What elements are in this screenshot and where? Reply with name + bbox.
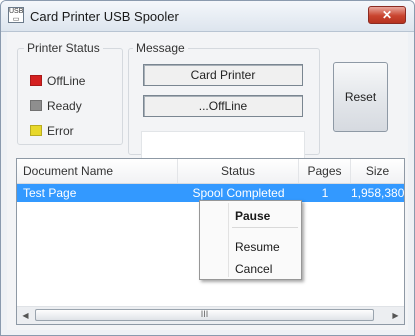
error-indicator-icon <box>30 125 42 136</box>
printer-status-group: Printer Status OffLine Ready Error <box>17 41 123 145</box>
status-error: Error <box>30 124 74 138</box>
close-button[interactable]: ✕ <box>368 6 406 24</box>
menu-separator <box>232 227 298 228</box>
scroll-left-icon[interactable]: ◀ <box>17 307 34 324</box>
title-bar[interactable]: USB ▭ Card Printer USB Spooler ✕ <box>1 1 414 32</box>
cell-document-name: Test Page <box>23 186 77 200</box>
message-label: Message <box>133 41 188 55</box>
horizontal-scrollbar[interactable]: ◀ III ▶ <box>17 306 404 324</box>
spooler-window: USB ▭ Card Printer USB Spooler ✕ Printer … <box>0 0 415 336</box>
list-header: Document Name Status Pages Size <box>17 159 404 184</box>
printer-status-label: Printer Status <box>24 41 103 55</box>
column-status[interactable]: Status <box>178 159 299 183</box>
offline-indicator-icon <box>30 75 42 86</box>
context-menu-gutter <box>228 203 229 277</box>
menu-item-cancel[interactable]: Cancel <box>235 262 272 276</box>
message-blank-area <box>141 131 305 159</box>
status-ready: Ready <box>30 99 82 113</box>
client-area: Printer Status OffLine Ready Error Messa… <box>7 32 408 330</box>
scroll-thumb[interactable]: III <box>35 309 374 321</box>
status-error-label: Error <box>47 124 74 138</box>
message-group: Message Card Printer ...OffLine <box>128 41 320 159</box>
status-offline-label: OffLine <box>47 74 86 88</box>
ready-indicator-icon <box>30 100 42 111</box>
scroll-right-icon[interactable]: ▶ <box>387 307 404 324</box>
reset-button[interactable]: Reset <box>333 62 388 132</box>
app-icon: USB ▭ <box>8 7 24 23</box>
message-line-2: ...OffLine <box>143 95 303 117</box>
window-title: Card Printer USB Spooler <box>30 9 179 24</box>
cell-pages: 1 <box>321 186 329 200</box>
column-size[interactable]: Size <box>351 159 404 183</box>
column-document-name[interactable]: Document Name <box>17 159 178 183</box>
context-menu: Pause Resume Cancel <box>199 200 302 280</box>
menu-item-pause[interactable]: Pause <box>235 209 270 223</box>
message-line-1: Card Printer <box>143 64 303 86</box>
menu-item-resume[interactable]: Resume <box>235 240 280 254</box>
cell-size: 1,958,380 <box>351 186 405 200</box>
column-pages[interactable]: Pages <box>299 159 351 183</box>
status-offline: OffLine <box>30 74 85 88</box>
status-ready-label: Ready <box>47 99 82 113</box>
